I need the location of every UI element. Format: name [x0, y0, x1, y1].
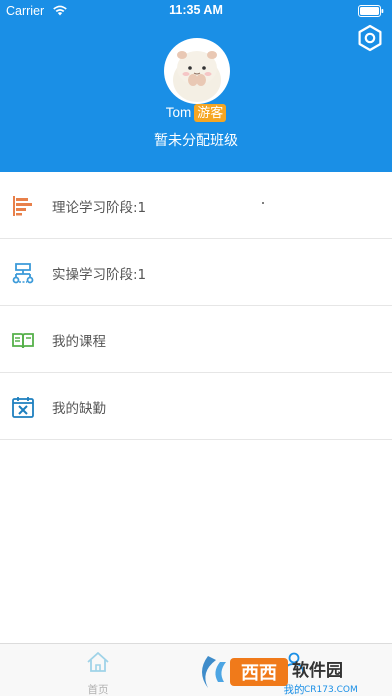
structure-icon [12, 263, 34, 284]
tab-label: 首页 [87, 684, 109, 696]
user-name-row: Tom 游客 [0, 104, 392, 122]
avatar[interactable] [164, 38, 230, 104]
hamster-avatar-icon [173, 51, 221, 102]
menu-item-theory-stage[interactable]: 理论学习阶段:1 [0, 172, 392, 239]
book-icon [12, 333, 34, 349]
status-time: 11:35 AM [169, 3, 223, 17]
site-watermark-logo: 西西 软件园 CR173.COM [202, 656, 358, 695]
menu-item-my-courses[interactable]: 我的课程 [0, 306, 392, 373]
status-bar: Carrier 11:35 AM [0, 0, 392, 22]
guest-badge: 游客 [194, 104, 227, 122]
stray-dot [262, 202, 264, 204]
menu-item-label: 实操学习阶段:1 [52, 267, 147, 283]
menu-item-label: 理论学习阶段:1 [52, 200, 147, 216]
watermark-url: CR173.COM [304, 685, 358, 695]
class-status: 暂未分配班级 [154, 133, 238, 149]
watermark-brand: 西西 [241, 663, 277, 684]
profile-header: Carrier 11:35 AM Tom 游客 暂未分配班级 [0, 0, 392, 172]
menu-item-label: 我的课程 [52, 334, 106, 350]
menu-item-my-absences[interactable]: 我的缺勤 [0, 373, 392, 440]
menu-list: 理论学习阶段:1 实操学习阶段:1 我的课程 我的缺勤 [0, 172, 392, 440]
watermark-suffix: 软件园 [292, 660, 343, 681]
user-name: Tom [165, 105, 192, 120]
home-icon [87, 652, 109, 672]
settings-gear-button[interactable] [356, 24, 384, 52]
menu-item-practice-stage[interactable]: 实操学习阶段:1 [0, 239, 392, 306]
menu-item-label: 我的缺勤 [52, 401, 106, 417]
calendar-x-icon [12, 397, 34, 418]
tab-home[interactable]: 首页 [0, 644, 196, 697]
bar-chart-icon [13, 196, 32, 216]
battery-icon [358, 5, 384, 17]
